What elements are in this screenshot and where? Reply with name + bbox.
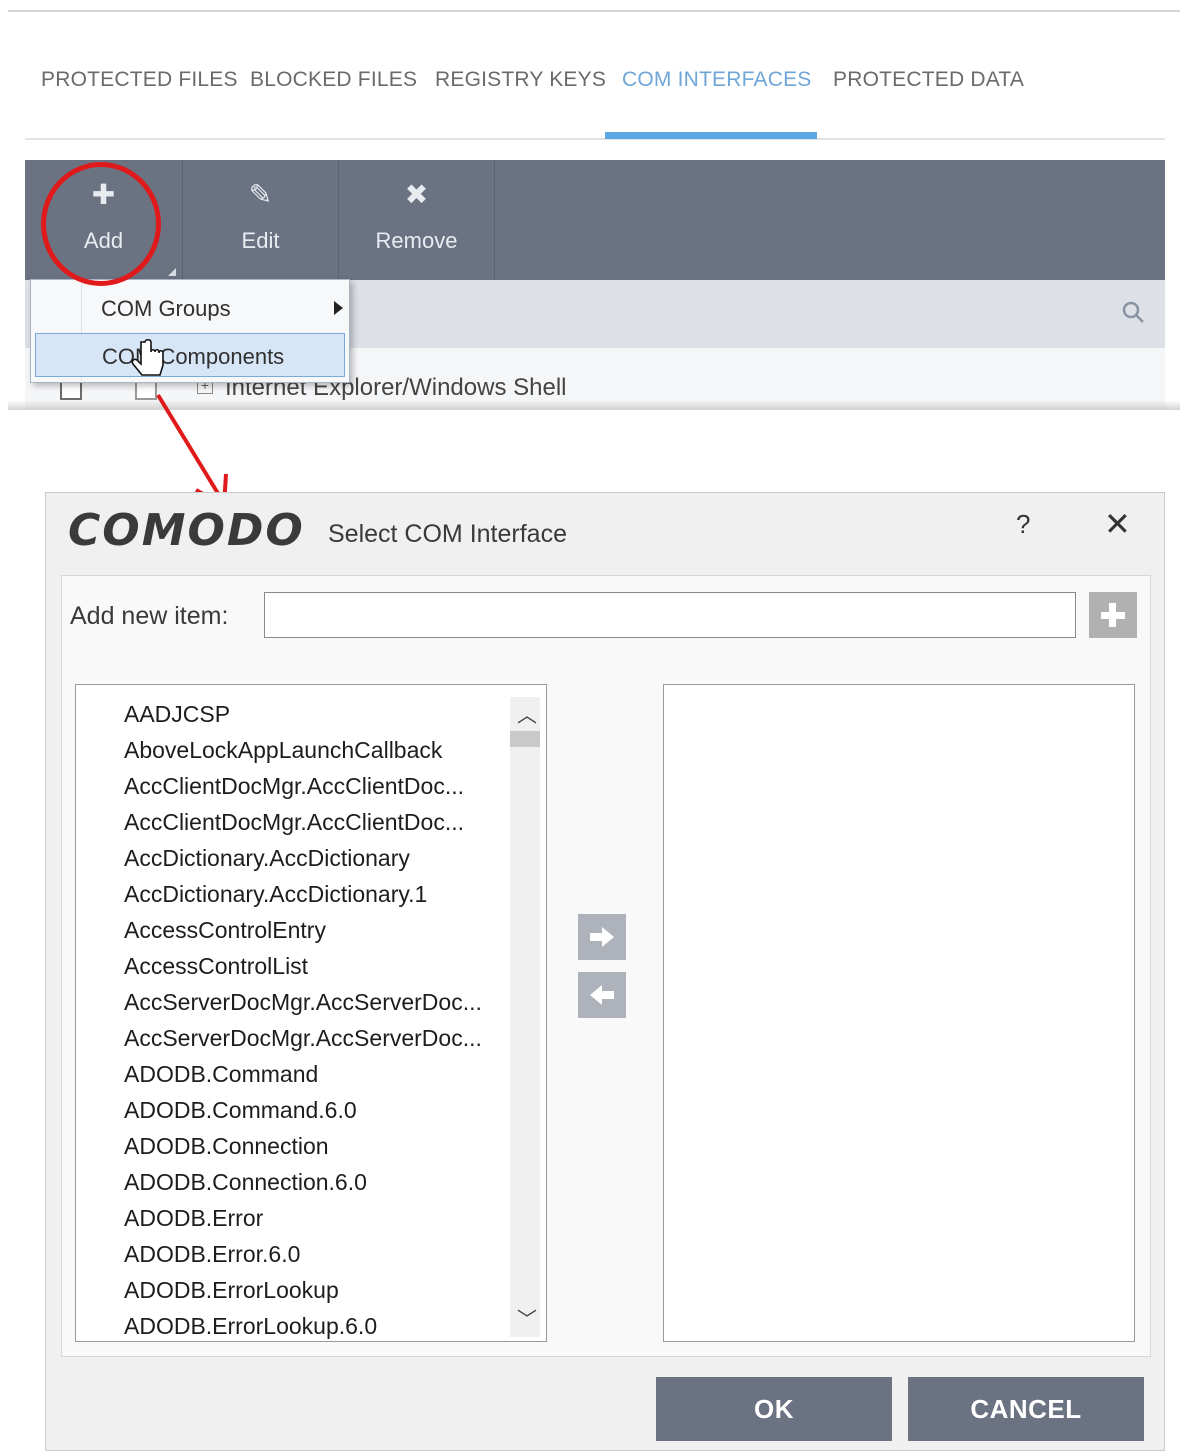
- scroll-down-icon[interactable]: ﹀: [517, 1303, 537, 1332]
- comodo-logo: COMODO: [68, 505, 305, 556]
- list-item[interactable]: AccDictionary.AccDictionary: [124, 845, 410, 872]
- tab-protected-data[interactable]: PROTECTED DATA: [833, 68, 1024, 92]
- add-context-menu: COM Groups COM Components: [30, 279, 350, 383]
- list-item[interactable]: ADODB.Command: [124, 1061, 318, 1088]
- annotation-arrow: [156, 393, 228, 510]
- list-item[interactable]: AccServerDocMgr.AccServerDoc...: [124, 989, 482, 1016]
- add-item-plus-button[interactable]: [1089, 592, 1137, 638]
- add-new-item-input[interactable]: [264, 592, 1076, 638]
- remove-button-label: Remove: [375, 228, 458, 253]
- dropdown-caret-icon: [168, 268, 176, 276]
- remove-button[interactable]: ✖ Remove: [339, 160, 494, 280]
- arrow-right-icon: [590, 927, 614, 947]
- available-components-list[interactable]: ︿ ﹀ AADJCSP AboveLockAppLaunchCallback Acc…: [75, 684, 547, 1342]
- pencil-icon: ✎: [248, 179, 273, 210]
- dialog-body: Add new item: ︿ ﹀ AADJCSP AboveLockAppLau…: [61, 575, 1151, 1357]
- list-item[interactable]: ADODB.Connection: [124, 1133, 329, 1160]
- scrollbar[interactable]: ︿ ﹀: [510, 697, 540, 1337]
- move-left-button[interactable]: [578, 972, 626, 1018]
- cancel-button[interactable]: CANCEL: [908, 1377, 1144, 1441]
- menu-item-com-groups[interactable]: COM Groups: [35, 286, 345, 330]
- toolbar-divider: [494, 160, 495, 280]
- tab-blocked-files[interactable]: BLOCKED FILES: [250, 68, 417, 92]
- list-item[interactable]: AccClientDocMgr.AccClientDoc...: [124, 773, 464, 800]
- list-item[interactable]: ADODB.Error: [124, 1205, 263, 1232]
- move-right-button[interactable]: [578, 914, 626, 960]
- tab-registry-keys[interactable]: REGISTRY KEYS: [435, 68, 606, 92]
- menu-item-label: COM Components: [102, 344, 285, 369]
- list-item[interactable]: AccessControlEntry: [124, 917, 326, 944]
- list-item[interactable]: AADJCSP: [124, 701, 230, 728]
- arrow-left-icon: [590, 985, 614, 1005]
- edit-button-label: Edit: [241, 228, 280, 253]
- tab-com-interfaces[interactable]: COM INTERFACES: [622, 68, 811, 92]
- background-screenshot: PROTECTED FILES BLOCKED FILES REGISTRY K…: [8, 10, 1180, 410]
- list-item[interactable]: ADODB.Error.6.0: [124, 1241, 300, 1268]
- select-com-interface-dialog: COMODO Select COM Interface ? ✕ Add new …: [45, 492, 1165, 1451]
- help-button[interactable]: ?: [1016, 509, 1030, 540]
- close-button[interactable]: ✕: [1104, 505, 1131, 543]
- scroll-up-icon[interactable]: ︿: [517, 699, 537, 728]
- search-icon[interactable]: [1121, 300, 1145, 324]
- list-item[interactable]: ADODB.ErrorLookup: [124, 1277, 339, 1304]
- list-item[interactable]: ADODB.Connection.6.0: [124, 1169, 367, 1196]
- dialog-title: Select COM Interface: [328, 520, 567, 548]
- list-item[interactable]: AccClientDocMgr.AccClientDoc...: [124, 809, 464, 836]
- menu-item-label: COM Groups: [101, 296, 231, 321]
- tab-bar: PROTECTED FILES BLOCKED FILES REGISTRY K…: [25, 12, 1165, 140]
- active-tab-indicator: [605, 132, 817, 139]
- submenu-arrow-icon: [334, 301, 343, 315]
- list-item[interactable]: ADODB.Command.6.0: [124, 1097, 357, 1124]
- list-item[interactable]: AccessControlList: [124, 953, 308, 980]
- list-item[interactable]: AboveLockAppLaunchCallback: [124, 737, 442, 764]
- list-item[interactable]: ADODB.ErrorLookup.6.0: [124, 1313, 377, 1340]
- list-item[interactable]: AccServerDocMgr.AccServerDoc...: [124, 1025, 482, 1052]
- scroll-thumb[interactable]: [510, 731, 540, 747]
- x-icon: ✖: [404, 179, 429, 210]
- add-new-item-label: Add new item:: [70, 602, 229, 630]
- toolbar: ✚ Add ✎ Edit ✖ Remove: [25, 160, 1165, 280]
- tab-protected-files[interactable]: PROTECTED FILES: [41, 68, 238, 92]
- edit-button[interactable]: ✎ Edit: [183, 160, 338, 280]
- menu-item-com-components[interactable]: COM Components: [35, 333, 345, 377]
- annotation-circle: [41, 162, 161, 286]
- selected-components-list[interactable]: [663, 684, 1135, 1342]
- list-item[interactable]: AccDictionary.AccDictionary.1: [124, 881, 427, 908]
- ok-button[interactable]: OK: [656, 1377, 892, 1441]
